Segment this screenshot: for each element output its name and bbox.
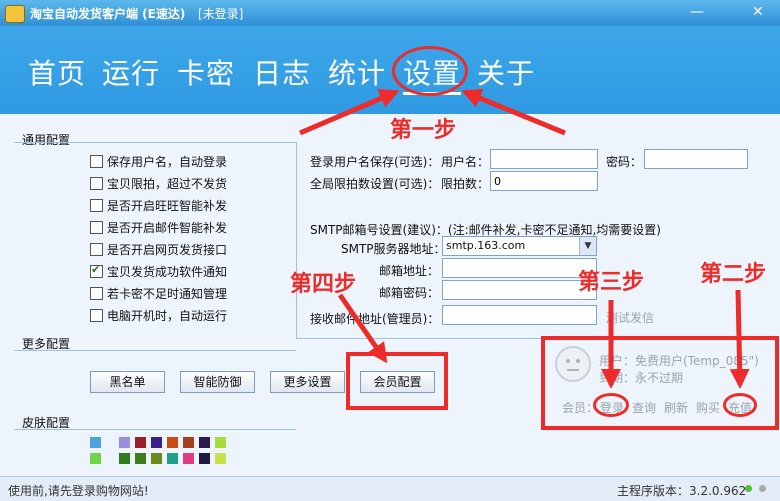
username-label: 用户名：: [441, 155, 490, 169]
checkbox-box[interactable]: [90, 155, 103, 168]
section-general-title: 通用配置: [22, 133, 71, 147]
smtp-server-select[interactable]: smtp.163.com ▼: [442, 236, 597, 256]
smtp-server-label: SMTP服务器地址：: [341, 242, 446, 256]
smart-defense-button[interactable]: 智能防御: [180, 371, 255, 393]
close-button[interactable]: ✕: [752, 4, 764, 20]
skin-swatch[interactable]: [90, 453, 101, 464]
email-password-input[interactable]: [442, 280, 597, 300]
skin-swatch[interactable]: [183, 453, 194, 464]
checkbox-autostart[interactable]: 电脑开机时，自动运行: [90, 307, 227, 323]
nav-log[interactable]: 日志: [253, 52, 311, 92]
checkbox-label: 电脑开机时，自动运行: [107, 309, 228, 323]
limit-setting-label: 全局限拍数设置(可选)：: [310, 177, 440, 191]
password-label: 密码：: [606, 155, 643, 169]
annotation-step2: 第二步: [700, 261, 767, 287]
test-send-link[interactable]: 测试发信: [606, 309, 654, 326]
skin-swatch[interactable]: [215, 453, 226, 464]
divider: [14, 350, 296, 351]
annotation-circle-settings: [392, 46, 468, 96]
checkbox-box[interactable]: [90, 221, 103, 234]
skin-swatch[interactable]: [119, 453, 130, 464]
nav-stats[interactable]: 统计: [328, 52, 386, 92]
checkbox-box[interactable]: [90, 177, 103, 190]
annotation-circle-recharge: [723, 393, 757, 417]
skin-swatch[interactable]: [90, 437, 101, 448]
version-label: 主程序版本：3.2.0.962: [617, 484, 747, 498]
minimize-button[interactable]: —: [690, 4, 704, 20]
skin-swatch[interactable]: [151, 453, 162, 464]
smtp-server-value: smtp.163.com: [446, 239, 526, 252]
nav-home[interactable]: 首页: [28, 52, 86, 92]
checkbox-web-api[interactable]: 是否开启网页发货接口: [90, 241, 227, 257]
annotation-step1: 第一步: [390, 117, 457, 143]
receiver-email-input[interactable]: [442, 305, 597, 325]
divider: [14, 142, 296, 143]
skin-swatch[interactable]: [199, 437, 210, 448]
checkbox-success-notify[interactable]: 宝贝发货成功软件通知: [90, 263, 227, 279]
annotation-step4: 第四步: [290, 271, 357, 297]
skin-swatch[interactable]: [183, 437, 194, 448]
annotation-box-member-config: [346, 352, 448, 410]
email-address-input[interactable]: [442, 258, 597, 278]
status-dot-icon: [759, 485, 766, 492]
skin-swatch[interactable]: [199, 453, 210, 464]
divider: [296, 142, 297, 338]
chevron-down-icon[interactable]: ▼: [579, 237, 596, 255]
login-status: [未登录]: [198, 7, 244, 21]
skin-swatch[interactable]: [119, 437, 130, 448]
checkbox-save-username[interactable]: 保存用户名，自动登录: [90, 153, 227, 169]
blacklist-button[interactable]: 黑名单: [90, 371, 165, 393]
nav-run[interactable]: 运行: [102, 52, 160, 92]
annotation-step3: 第三步: [578, 269, 645, 295]
checkbox-label: 宝贝限拍，超过不发货: [107, 177, 228, 191]
password-input[interactable]: [644, 149, 748, 169]
window-title: 淘宝自动发货客户端 (E速达): [30, 7, 186, 21]
checkbox-box[interactable]: [90, 199, 103, 212]
checkbox-box-checked[interactable]: [90, 263, 103, 278]
divider: [14, 429, 296, 430]
app-icon: [5, 5, 25, 23]
divider: [296, 338, 542, 339]
checkbox-label: 保存用户名，自动登录: [107, 155, 228, 169]
limit-count-input[interactable]: [490, 171, 598, 191]
skin-swatch[interactable]: [167, 453, 178, 464]
username-input[interactable]: [490, 149, 598, 169]
checkbox-box[interactable]: [90, 243, 103, 256]
email-address-label: 邮箱地址：: [379, 264, 440, 278]
annotation-circle-login: [593, 393, 629, 417]
status-bar: 使用前,请先登录购物网站! 主程序版本：3.2.0.962: [0, 476, 780, 501]
checkbox-limit-items[interactable]: 宝贝限拍，超过不发货: [90, 175, 227, 191]
more-settings-button[interactable]: 更多设置: [270, 371, 345, 393]
skin-swatch[interactable]: [151, 437, 162, 448]
checkbox-label: 宝贝发货成功软件通知: [107, 265, 228, 279]
checkbox-box[interactable]: [90, 287, 103, 300]
online-dot-icon: [745, 485, 752, 492]
nav-cards[interactable]: 卡密: [177, 52, 235, 92]
status-message: 使用前,请先登录购物网站!: [8, 484, 149, 498]
nav-about[interactable]: 关于: [477, 52, 535, 92]
save-login-label: 登录用户名保存(可选)：: [310, 155, 440, 169]
checkbox-label: 是否开启网页发货接口: [107, 243, 228, 257]
title-bar: 淘宝自动发货客户端 (E速达) [未登录] — ✕: [0, 0, 780, 26]
skin-swatch[interactable]: [215, 437, 226, 448]
checkbox-label: 是否开启邮件智能补发: [107, 221, 228, 235]
checkbox-wangwang-resend[interactable]: 是否开启旺旺智能补发: [90, 197, 227, 213]
email-password-label: 邮箱密码：: [379, 286, 440, 300]
receiver-email-label: 接收邮件地址(管理员)：: [310, 312, 440, 326]
checkbox-label: 是否开启旺旺智能补发: [107, 199, 228, 213]
checkbox-mail-resend[interactable]: 是否开启邮件智能补发: [90, 219, 227, 235]
checkbox-low-stock-notify[interactable]: 若卡密不足时通知管理: [90, 285, 227, 301]
skin-swatch[interactable]: [135, 437, 146, 448]
skin-swatch[interactable]: [167, 437, 178, 448]
checkbox-box[interactable]: [90, 309, 103, 322]
skin-swatch[interactable]: [135, 453, 146, 464]
checkbox-label: 若卡密不足时通知管理: [107, 287, 228, 301]
limit-count-label: 限拍数：: [441, 177, 490, 191]
